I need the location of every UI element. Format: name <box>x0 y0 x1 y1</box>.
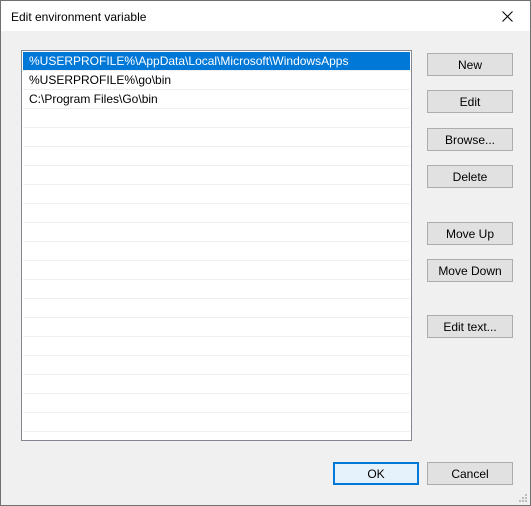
path-list-empty-row[interactable] <box>23 204 410 223</box>
path-list-item[interactable]: C:\Program Files\Go\bin <box>23 90 410 109</box>
path-list-empty-row[interactable] <box>23 413 410 432</box>
path-list-empty-row[interactable] <box>23 299 410 318</box>
path-list-empty-row[interactable] <box>23 261 410 280</box>
path-list[interactable]: %USERPROFILE%\AppData\Local\Microsoft\Wi… <box>21 50 412 441</box>
edit-button[interactable]: Edit <box>427 90 513 113</box>
path-list-item[interactable]: %USERPROFILE%\go\bin <box>23 71 410 90</box>
path-list-item-label: %USERPROFILE%\AppData\Local\Microsoft\Wi… <box>29 54 349 68</box>
path-list-empty-row[interactable] <box>23 166 410 185</box>
path-list-empty-row[interactable] <box>23 394 410 413</box>
move-down-button[interactable]: Move Down <box>427 259 513 282</box>
path-list-item-label: C:\Program Files\Go\bin <box>29 92 158 106</box>
ok-button[interactable]: OK <box>333 462 419 485</box>
path-list-empty-row[interactable] <box>23 147 410 166</box>
path-list-empty-row[interactable] <box>23 356 410 375</box>
delete-button[interactable]: Delete <box>427 165 513 188</box>
edit-text-button[interactable]: Edit text... <box>427 315 513 338</box>
path-list-empty-row[interactable] <box>23 280 410 299</box>
dialog-title: Edit environment variable <box>11 10 147 24</box>
close-button[interactable] <box>485 1 530 31</box>
new-button[interactable]: New <box>427 53 513 76</box>
browse-button[interactable]: Browse... <box>427 128 513 151</box>
path-list-item[interactable]: %USERPROFILE%\AppData\Local\Microsoft\Wi… <box>23 52 410 71</box>
path-list-empty-row[interactable] <box>23 223 410 242</box>
title-bar: Edit environment variable <box>1 1 530 31</box>
path-list-empty-row[interactable] <box>23 128 410 147</box>
move-up-button[interactable]: Move Up <box>427 222 513 245</box>
path-list-empty-row[interactable] <box>23 375 410 394</box>
path-list-empty-row[interactable] <box>23 318 410 337</box>
path-list-empty-row[interactable] <box>23 337 410 356</box>
path-list-empty-row[interactable] <box>23 242 410 261</box>
resize-grip-icon[interactable] <box>518 493 528 503</box>
edit-env-var-dialog: Edit environment variable %USERPROFILE%\… <box>0 0 531 506</box>
path-list-empty-row[interactable] <box>23 185 410 204</box>
close-icon <box>502 10 513 22</box>
path-list-item-label: %USERPROFILE%\go\bin <box>29 73 172 87</box>
path-list-empty-row[interactable] <box>23 109 410 128</box>
cancel-button[interactable]: Cancel <box>427 462 513 485</box>
